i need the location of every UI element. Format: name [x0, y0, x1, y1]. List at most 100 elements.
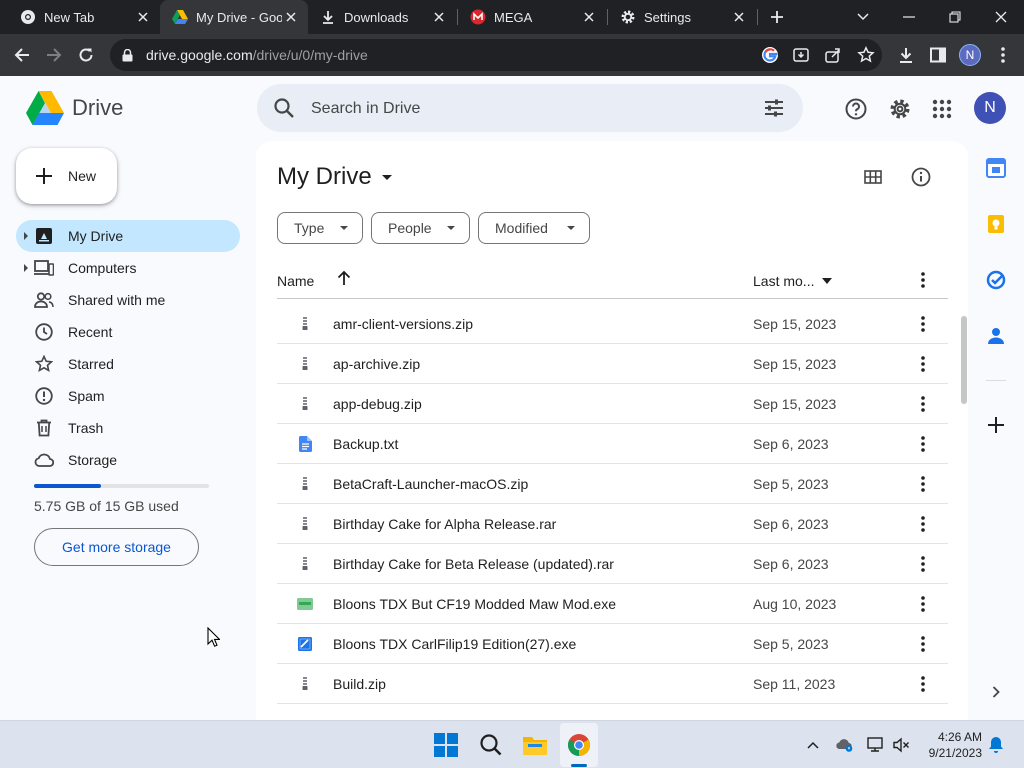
help-icon[interactable]	[843, 96, 869, 122]
close-icon[interactable]	[134, 8, 152, 26]
search-input[interactable]	[311, 98, 731, 120]
file-name: Bloons TDX CarlFilip19 Edition(27).exe	[333, 636, 577, 652]
windows-start-icon[interactable]	[430, 729, 462, 761]
close-icon[interactable]	[282, 8, 300, 26]
close-icon[interactable]	[730, 8, 748, 26]
more-vertical-icon[interactable]	[913, 354, 933, 374]
info-icon[interactable]	[909, 165, 933, 189]
tab-search-button[interactable]	[840, 0, 886, 34]
file-row[interactable]: Backup.txt Sep 6, 2023	[277, 424, 948, 464]
close-icon[interactable]	[430, 8, 448, 26]
sidebar-item-computers[interactable]: Computers	[16, 252, 240, 284]
scrollbar-thumb[interactable]	[961, 316, 967, 404]
expand-caret-icon[interactable]	[24, 264, 28, 272]
google-lens-button[interactable]	[759, 44, 781, 66]
file-row[interactable]: Build.zip Sep 11, 2023	[277, 664, 948, 704]
profile-avatar[interactable]: N	[959, 44, 981, 66]
tab-mega[interactable]: MEGA	[458, 0, 606, 34]
tab-settings[interactable]: Settings	[608, 0, 756, 34]
sidebar-item-label: My Drive	[68, 228, 124, 244]
file-row[interactable]: app-debug.zip Sep 15, 2023	[277, 384, 948, 424]
keep-icon[interactable]	[984, 212, 1008, 236]
expand-caret-icon[interactable]	[24, 232, 28, 240]
file-row[interactable]: Bloons TDX CarlFilip19 Edition(27).exe Se…	[277, 624, 948, 664]
onedrive-icon[interactable]	[834, 735, 854, 755]
chevron-up-icon[interactable]	[803, 735, 823, 755]
account-avatar[interactable]: N	[974, 92, 1006, 124]
volume-muted-icon[interactable]	[891, 735, 911, 755]
apps-grid-icon[interactable]	[929, 96, 955, 122]
sidebar-item-trash[interactable]: Trash	[16, 412, 240, 444]
search-icon[interactable]	[273, 97, 295, 124]
file-explorer-icon[interactable]	[519, 729, 551, 761]
sidebar-item-storage[interactable]: Storage	[16, 444, 240, 476]
sidebar-item-spam[interactable]: Spam	[16, 380, 240, 412]
network-icon[interactable]	[866, 735, 886, 755]
side-panel-button[interactable]	[925, 42, 951, 68]
search-bar[interactable]	[257, 84, 803, 132]
more-vertical-icon[interactable]	[913, 594, 933, 614]
more-vertical-icon[interactable]	[913, 474, 933, 494]
search-options-icon[interactable]	[763, 97, 785, 124]
column-header-last-modified[interactable]: Last mo...	[753, 273, 814, 289]
drive-logo-icon[interactable]	[26, 91, 64, 125]
close-window-button[interactable]	[978, 0, 1024, 34]
file-row[interactable]: Bloons TDX But CF19 Modded Maw Mod.exe Au…	[277, 584, 948, 624]
grid-view-icon[interactable]	[861, 165, 885, 189]
more-vertical-icon[interactable]	[913, 554, 933, 574]
settings-gear-icon[interactable]	[887, 96, 913, 122]
filter-chip-modified[interactable]: Modified	[478, 212, 590, 244]
page-title-dropdown[interactable]: My Drive	[277, 163, 392, 191]
file-row[interactable]: ap-archive.zip Sep 15, 2023	[277, 344, 948, 384]
chrome-menu-button[interactable]	[990, 42, 1016, 68]
more-vertical-icon[interactable]	[913, 514, 933, 534]
calendar-icon[interactable]	[984, 156, 1008, 180]
bookmark-button[interactable]	[855, 44, 877, 66]
sidebar-item-my-drive[interactable]: My Drive	[16, 220, 240, 252]
more-vertical-icon[interactable]	[913, 434, 933, 454]
install-app-button[interactable]	[790, 44, 812, 66]
filter-chip-type[interactable]: Type	[277, 212, 363, 244]
get-addons-plus-icon[interactable]	[984, 413, 1008, 437]
more-vertical-icon[interactable]	[913, 314, 933, 334]
column-header-name[interactable]: Name	[277, 273, 314, 289]
more-vertical-icon[interactable]	[913, 674, 933, 694]
more-vertical-icon[interactable]	[913, 634, 933, 654]
forward-button[interactable]	[39, 40, 69, 70]
chevron-right-icon[interactable]	[984, 680, 1008, 704]
lock-icon[interactable]	[122, 48, 136, 62]
system-clock[interactable]: 4:26 AM 9/21/2023	[920, 729, 982, 761]
contacts-icon[interactable]	[984, 324, 1008, 348]
mega-icon	[470, 9, 486, 25]
new-button[interactable]: New	[16, 148, 117, 204]
file-row[interactable]: Birthday Cake for Beta Release (updated)…	[277, 544, 948, 584]
get-more-storage-button[interactable]: Get more storage	[34, 528, 199, 566]
sidebar-item-shared-with-me[interactable]: Shared with me	[16, 284, 240, 316]
chrome-icon[interactable]	[563, 729, 595, 761]
reload-button[interactable]	[71, 40, 101, 70]
app-name[interactable]: Drive	[72, 95, 123, 121]
new-tab-button[interactable]	[754, 0, 800, 34]
file-row[interactable]: Birthday Cake for Alpha Release.rar Sep 6…	[277, 504, 948, 544]
more-vertical-icon[interactable]	[913, 394, 933, 414]
restore-button[interactable]	[932, 0, 978, 34]
back-button[interactable]	[7, 40, 37, 70]
tab-downloads[interactable]: Downloads	[308, 0, 456, 34]
downloads-button[interactable]	[893, 42, 919, 68]
tasks-icon[interactable]	[984, 268, 1008, 292]
sort-arrow-up-icon[interactable]	[337, 270, 351, 289]
more-vertical-icon[interactable]	[913, 270, 933, 293]
minimize-button[interactable]	[886, 0, 932, 34]
sidebar-item-starred[interactable]: Starred	[16, 348, 240, 380]
caret-down-icon[interactable]	[822, 278, 832, 284]
search-icon[interactable]	[475, 729, 507, 761]
close-icon[interactable]	[580, 8, 598, 26]
tab-my-drive[interactable]: My Drive - Google Drive	[160, 0, 308, 34]
share-button[interactable]	[822, 44, 844, 66]
notification-bell-icon[interactable]	[986, 735, 1006, 755]
sidebar-item-recent[interactable]: Recent	[16, 316, 240, 348]
filter-chip-people[interactable]: People	[371, 212, 470, 244]
tab-new-tab[interactable]: New Tab	[8, 0, 160, 34]
file-row[interactable]: BetaCraft-Launcher-macOS.zip Sep 5, 2023	[277, 464, 948, 504]
file-row[interactable]: amr-client-versions.zip Sep 15, 2023	[277, 304, 948, 344]
